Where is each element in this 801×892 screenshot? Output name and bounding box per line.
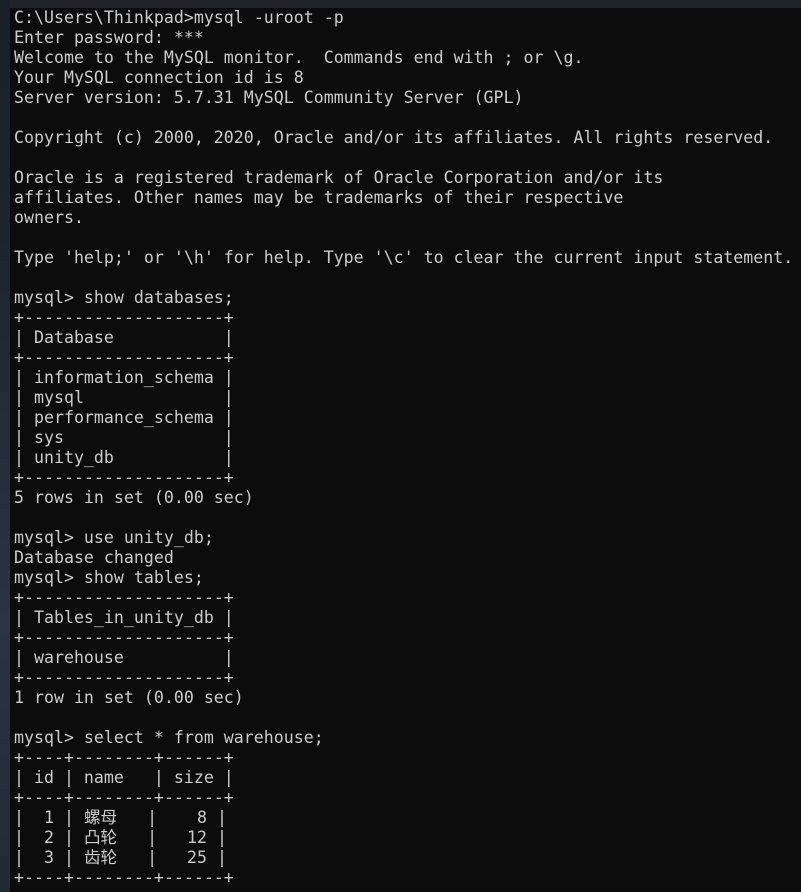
warehouse-row-3-suffix: | 25 | [117,848,228,867]
warehouse-row-2-name: 凸轮 [83,828,118,847]
warehouse-table-bottom-border: +----+--------+------+ [14,868,234,887]
console-title-strip [10,0,801,8]
console-scrollback: C:\Users\Thinkpad>mysql -uroot -p Enter … [14,8,794,807]
warehouse-row-3-name: 齿轮 [83,848,118,867]
command-prompt-window[interactable]: C:\Users\Thinkpad>mysql -uroot -p Enter … [10,8,801,892]
warehouse-row-2-suffix: | 12 | [117,828,228,847]
warehouse-row-1-prefix: | 1 | [14,808,84,827]
warehouse-row-3-prefix: | 3 | [14,848,84,867]
warehouse-row-2-prefix: | 2 | [14,828,84,847]
warehouse-row-1-suffix: | 8 | [117,808,228,827]
warehouse-row-1-name: 螺母 [83,808,118,827]
console-output-text[interactable]: C:\Users\Thinkpad>mysql -uroot -p Enter … [10,8,801,888]
